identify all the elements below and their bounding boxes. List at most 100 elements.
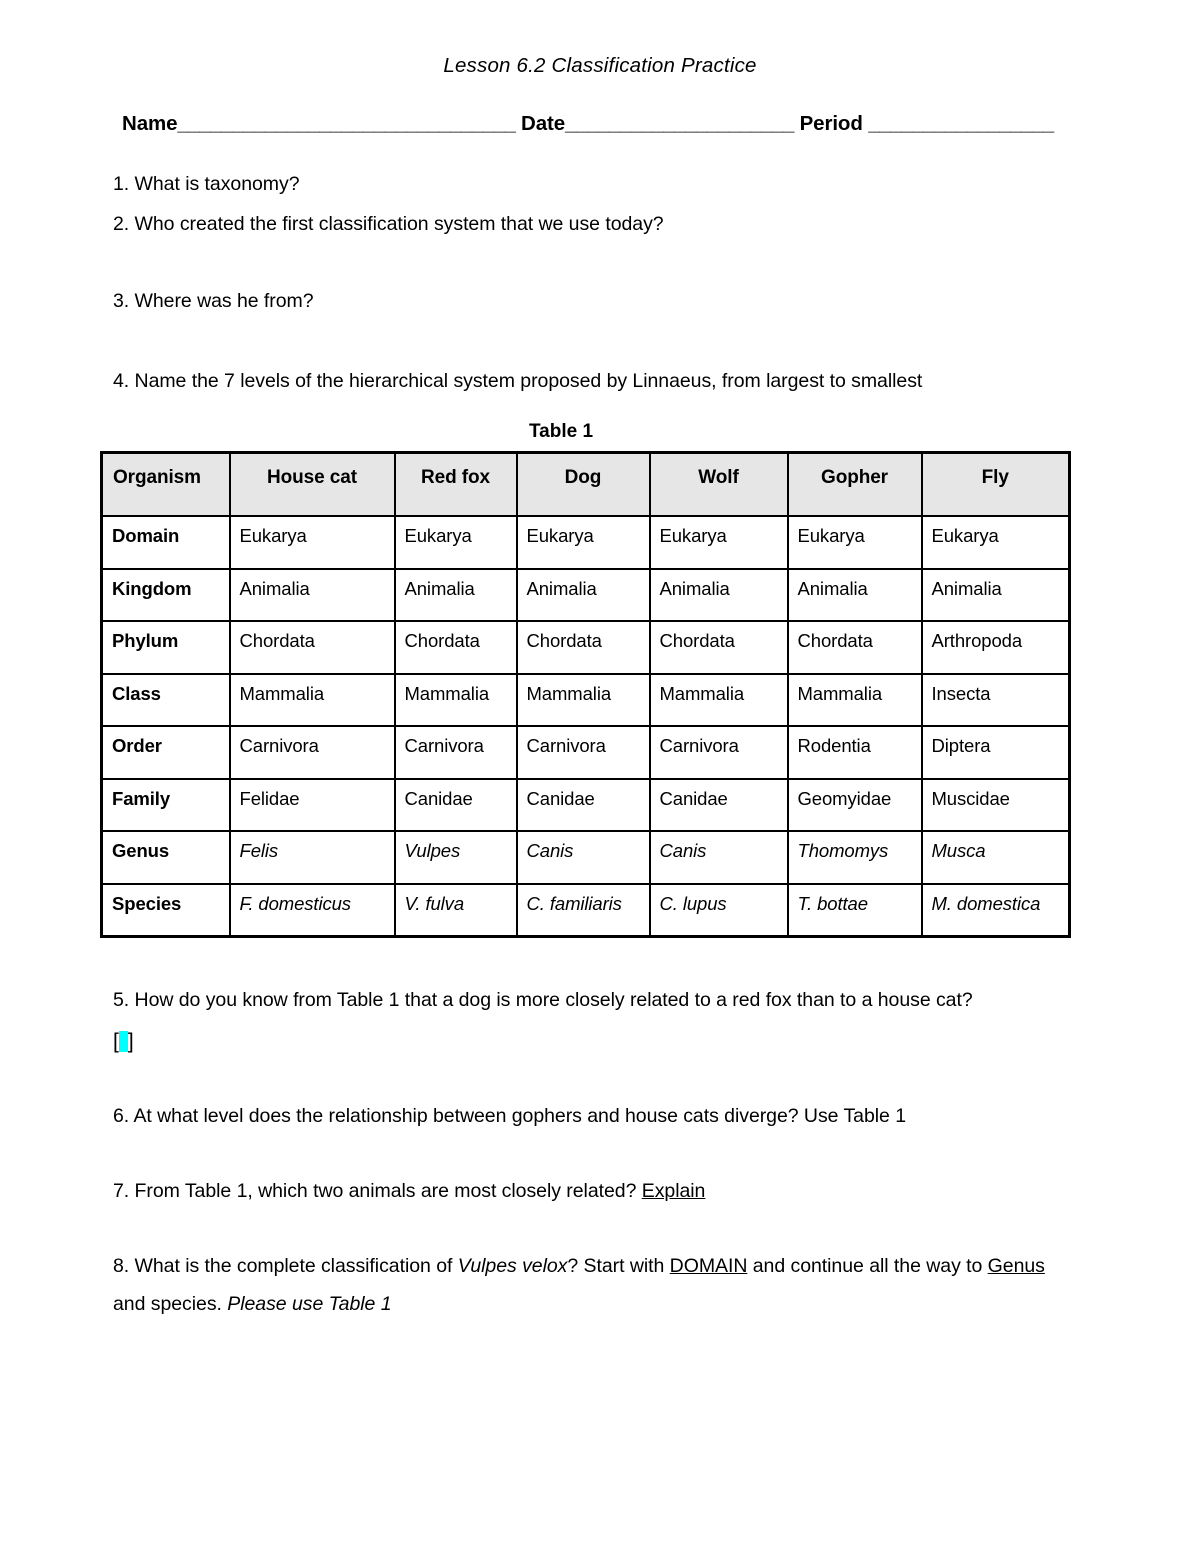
table-row: Class Mammalia Mammalia Mammalia Mammali… xyxy=(100,672,1071,727)
question-7: 7. From Table 1, which two animals are m… xyxy=(0,1126,1200,1202)
worksheet-page: Lesson 6.2 Classification Practice Name_… xyxy=(0,0,1200,1553)
question-8-text-b: ? Start with xyxy=(567,1254,670,1277)
question-2: 2. Who created the first classification … xyxy=(113,212,664,235)
cell-species-red-fox: V. fulva xyxy=(393,882,518,938)
page-title: Lesson 6.2 Classification Practice xyxy=(443,54,757,77)
cell-domain-wolf: Eukarya xyxy=(648,515,789,570)
row-rank-kingdom: Kingdom xyxy=(100,567,231,622)
cell-domain-dog: Eukarya xyxy=(515,515,651,570)
table-header-row: Organism House cat Red fox Dog Wolf Goph… xyxy=(100,451,1071,517)
cell-domain-house-cat: Eukarya xyxy=(228,515,396,570)
question-8-text-c: and continue all the way to xyxy=(747,1254,988,1277)
col-header-red-fox: Red fox xyxy=(393,451,518,517)
cell-kingdom-wolf: Animalia xyxy=(648,567,789,622)
cell-family-fly: Muscidae xyxy=(920,777,1071,832)
cell-family-dog: Canidae xyxy=(515,777,651,832)
question-8-line2: and species. Please use Table 1 xyxy=(0,1276,1200,1315)
question-8-line1: 8. What is the complete classification o… xyxy=(0,1202,1200,1277)
cell-family-red-fox: Canidae xyxy=(393,777,518,832)
cell-species-wolf: C. lupus xyxy=(648,882,789,938)
cell-phylum-gopher: Chordata xyxy=(786,620,923,675)
cell-class-red-fox: Mammalia xyxy=(393,672,518,727)
col-header-gopher: Gopher xyxy=(786,451,923,517)
cell-family-house-cat: Felidae xyxy=(228,777,396,832)
col-header-fly: Fly xyxy=(920,451,1071,517)
cell-domain-red-fox: Eukarya xyxy=(393,515,518,570)
cell-family-wolf: Canidae xyxy=(648,777,789,832)
classification-table: Organism House cat Red fox Dog Wolf Goph… xyxy=(100,451,1071,938)
cell-kingdom-fly: Animalia xyxy=(920,567,1071,622)
date-blank[interactable]: _____________________ xyxy=(565,112,794,135)
period-label: Period xyxy=(799,112,863,135)
table-row: Phylum Chordata Chordata Chordata Chorda… xyxy=(100,620,1071,675)
row-rank-domain: Domain xyxy=(100,515,231,570)
question-3: 3. Where was he from? xyxy=(113,290,314,312)
cell-order-red-fox: Carnivora xyxy=(393,725,518,780)
table-row: Species F. domesticus V. fulva C. famili… xyxy=(100,882,1071,938)
col-header-organism: Organism xyxy=(100,451,231,517)
row-rank-species: Species xyxy=(100,882,231,938)
question-8-table-note: Please use Table 1 xyxy=(227,1293,392,1315)
row-rank-genus: Genus xyxy=(100,830,231,885)
cell-order-gopher: Rodentia xyxy=(786,725,923,780)
cell-class-wolf: Mammalia xyxy=(648,672,789,727)
cell-species-house-cat: F. domesticus xyxy=(228,882,396,938)
row-rank-class: Class xyxy=(100,672,231,727)
question-8-domain-emphasis: DOMAIN xyxy=(669,1254,748,1277)
cell-domain-gopher: Eukarya xyxy=(786,515,923,570)
cell-domain-fly: Eukarya xyxy=(920,515,1071,570)
cell-genus-wolf: Canis xyxy=(648,830,789,885)
cell-kingdom-house-cat: Animalia xyxy=(228,567,396,622)
col-header-dog: Dog xyxy=(515,451,651,517)
cell-genus-house-cat: Felis xyxy=(228,830,396,885)
question-8-species-name: Vulpes velox xyxy=(457,1254,568,1277)
cyan-highlight-cursor[interactable] xyxy=(118,1030,128,1052)
row-rank-order: Order xyxy=(100,725,231,780)
table-caption: Table 1 xyxy=(528,421,594,442)
cell-genus-dog: Canis xyxy=(515,830,651,885)
cell-phylum-dog: Chordata xyxy=(515,620,651,675)
cell-phylum-fly: Arthropoda xyxy=(920,620,1071,675)
cell-species-gopher: T. bottae xyxy=(786,882,923,938)
table-body: Domain Eukarya Eukarya Eukarya Eukarya E… xyxy=(100,515,1071,938)
table-head: Organism House cat Red fox Dog Wolf Goph… xyxy=(100,451,1071,517)
cell-family-gopher: Geomyidae xyxy=(786,777,923,832)
cell-order-house-cat: Carnivora xyxy=(228,725,396,780)
table-row: Genus Felis Vulpes Canis Canis Thomomys … xyxy=(100,830,1071,885)
col-header-wolf: Wolf xyxy=(648,451,789,517)
question-5: 5. How do you know from Table 1 that a d… xyxy=(113,989,973,1011)
row-rank-phylum: Phylum xyxy=(100,620,231,675)
cell-class-fly: Insecta xyxy=(920,672,1071,727)
question-8-text-d: and species. xyxy=(113,1293,228,1315)
table-container: Organism House cat Red fox Dog Wolf Goph… xyxy=(0,451,1200,938)
cell-genus-gopher: Thomomys xyxy=(786,830,923,885)
cell-genus-fly: Musca xyxy=(920,830,1071,885)
question-8-genus-emphasis: Genus xyxy=(987,1254,1045,1277)
cell-species-dog: C. familiaris xyxy=(515,882,651,938)
close-bracket: ] xyxy=(127,1029,134,1053)
cell-order-wolf: Carnivora xyxy=(648,725,789,780)
selection-marker: [] xyxy=(0,1011,1200,1052)
table-row: Kingdom Animalia Animalia Animalia Anima… xyxy=(100,567,1071,622)
cell-kingdom-dog: Animalia xyxy=(515,567,651,622)
cell-kingdom-red-fox: Animalia xyxy=(393,567,518,622)
cell-order-fly: Diptera xyxy=(920,725,1071,780)
cell-genus-red-fox: Vulpes xyxy=(393,830,518,885)
name-date-period-line: Name_______________________________ Date… xyxy=(0,78,1200,136)
name-blank[interactable]: _______________________________ xyxy=(177,112,515,135)
date-label: Date xyxy=(520,112,566,135)
table-row: Family Felidae Canidae Canidae Canidae G… xyxy=(100,777,1071,832)
cell-kingdom-gopher: Animalia xyxy=(786,567,923,622)
cell-phylum-red-fox: Chordata xyxy=(393,620,518,675)
col-header-house-cat: House cat xyxy=(228,451,396,517)
cell-class-house-cat: Mammalia xyxy=(228,672,396,727)
question-6: 6. At what level does the relationship b… xyxy=(113,1104,907,1127)
table-row: Domain Eukarya Eukarya Eukarya Eukarya E… xyxy=(100,515,1071,570)
cell-order-dog: Carnivora xyxy=(515,725,651,780)
cell-phylum-wolf: Chordata xyxy=(648,620,789,675)
row-rank-family: Family xyxy=(100,777,231,832)
question-1: 1. What is taxonomy? xyxy=(113,173,300,195)
question-4: 4. Name the 7 levels of the hierarchical… xyxy=(113,369,923,392)
question-7-explain-blank: Explain xyxy=(641,1180,706,1202)
period-blank[interactable]: _________________ xyxy=(868,112,1054,135)
